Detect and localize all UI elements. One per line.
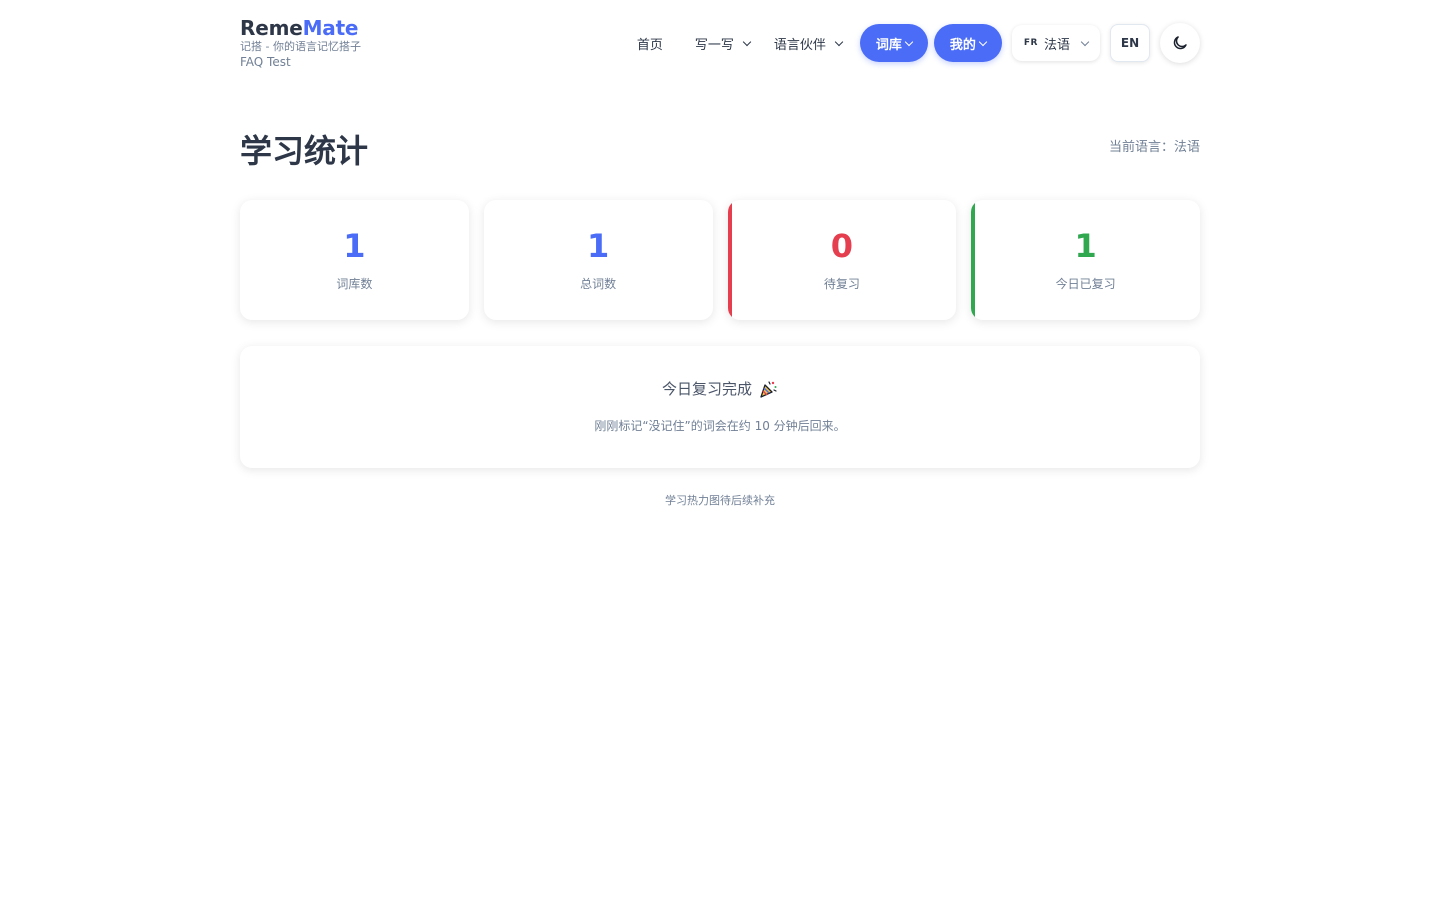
party-popper-icon xyxy=(760,380,777,398)
stats-grid: 1 词库数 1 总词数 0 待复习 1 今日已复习 xyxy=(240,200,1200,320)
stat-value: 1 xyxy=(586,227,610,265)
ui-language-button[interactable]: EN xyxy=(1110,24,1150,62)
nav-write-label: 写一写 xyxy=(694,37,734,53)
language-select[interactable]: FR 法语 xyxy=(1011,25,1100,61)
chevron-down-icon xyxy=(742,37,752,46)
page-title-row: 学习统计 当前语言：法语 xyxy=(240,90,1200,200)
page-title: 学习统计 xyxy=(240,132,369,170)
stat-label: 今日已复习 xyxy=(1055,277,1116,291)
heatmap-placeholder-note: 学习热力图待后续补充 xyxy=(665,494,775,507)
brand[interactable]: RemeMate 记搭 - 你的语言记忆搭子 FAQ Test xyxy=(240,16,361,70)
nav-write-dropdown[interactable]: 写一写 xyxy=(683,34,762,53)
nav-mine-button[interactable]: 我的 xyxy=(933,24,1002,62)
stat-value: 0 xyxy=(830,227,853,265)
stat-card-vocab-count: 1 词库数 xyxy=(240,200,469,320)
stat-card-total-words: 1 总词数 xyxy=(483,200,713,320)
stat-value: 1 xyxy=(1074,227,1097,265)
review-title-text: 今日复习完成 xyxy=(661,380,752,398)
theme-toggle-button[interactable] xyxy=(1160,23,1200,63)
chevron-down-icon xyxy=(834,37,844,46)
current-language-label: 当前语言：法语 xyxy=(1108,140,1200,155)
brand-logo[interactable]: RemeMate xyxy=(240,16,361,40)
top-header: RemeMate 记搭 - 你的语言记忆搭子 FAQ Test 首页 写一写 语… xyxy=(240,0,1200,90)
brand-subtitle-secondary: FAQ Test xyxy=(240,55,291,69)
nav-partner-label: 语言伙伴 xyxy=(773,37,826,53)
review-description: 刚刚标记“没记住”的词会在约 10 分钟后回来。 xyxy=(594,419,846,433)
nav-vocab-button[interactable]: 词库 xyxy=(859,24,928,62)
stat-card-reviewed-today: 1 今日已复习 xyxy=(971,200,1200,320)
stat-card-pending-review: 0 待复习 xyxy=(727,200,957,320)
nav-vocab-label: 词库 xyxy=(875,37,902,53)
nav-mine-label: 我的 xyxy=(949,37,976,53)
brand-name-part2: Mate xyxy=(302,16,359,40)
ui-language-label: EN xyxy=(1120,36,1140,50)
nav-home-label: 首页 xyxy=(636,37,663,53)
nav-home-link[interactable]: 首页 xyxy=(625,34,675,53)
language-code: FR xyxy=(1023,38,1038,48)
nav-partner-dropdown[interactable]: 语言伙伴 xyxy=(762,34,854,53)
stat-label: 总词数 xyxy=(580,277,617,291)
chevron-down-icon xyxy=(1080,37,1090,46)
chevron-down-icon xyxy=(904,37,914,46)
main-nav: 首页 写一写 语言伙伴 词库 我的 FR 法语 EN xyxy=(625,23,1200,63)
stat-value: 1 xyxy=(343,227,366,265)
moon-icon xyxy=(1173,36,1187,50)
brand-subtitle: 记搭 - 你的语言记忆搭子 xyxy=(240,40,361,53)
stat-label: 待复习 xyxy=(823,277,860,291)
app-container: RemeMate 记搭 - 你的语言记忆搭子 FAQ Test 首页 写一写 语… xyxy=(240,0,1200,508)
review-complete-panel: 今日复习完成 刚刚标记“没记住”的词会在约 10 分钟后回来。 xyxy=(240,346,1200,468)
language-name: 法语 xyxy=(1043,37,1070,53)
review-title: 今日复习完成 xyxy=(662,378,778,399)
stat-label: 词库数 xyxy=(336,277,373,291)
brand-name-part1: Reme xyxy=(240,16,303,40)
chevron-down-icon xyxy=(978,37,988,46)
